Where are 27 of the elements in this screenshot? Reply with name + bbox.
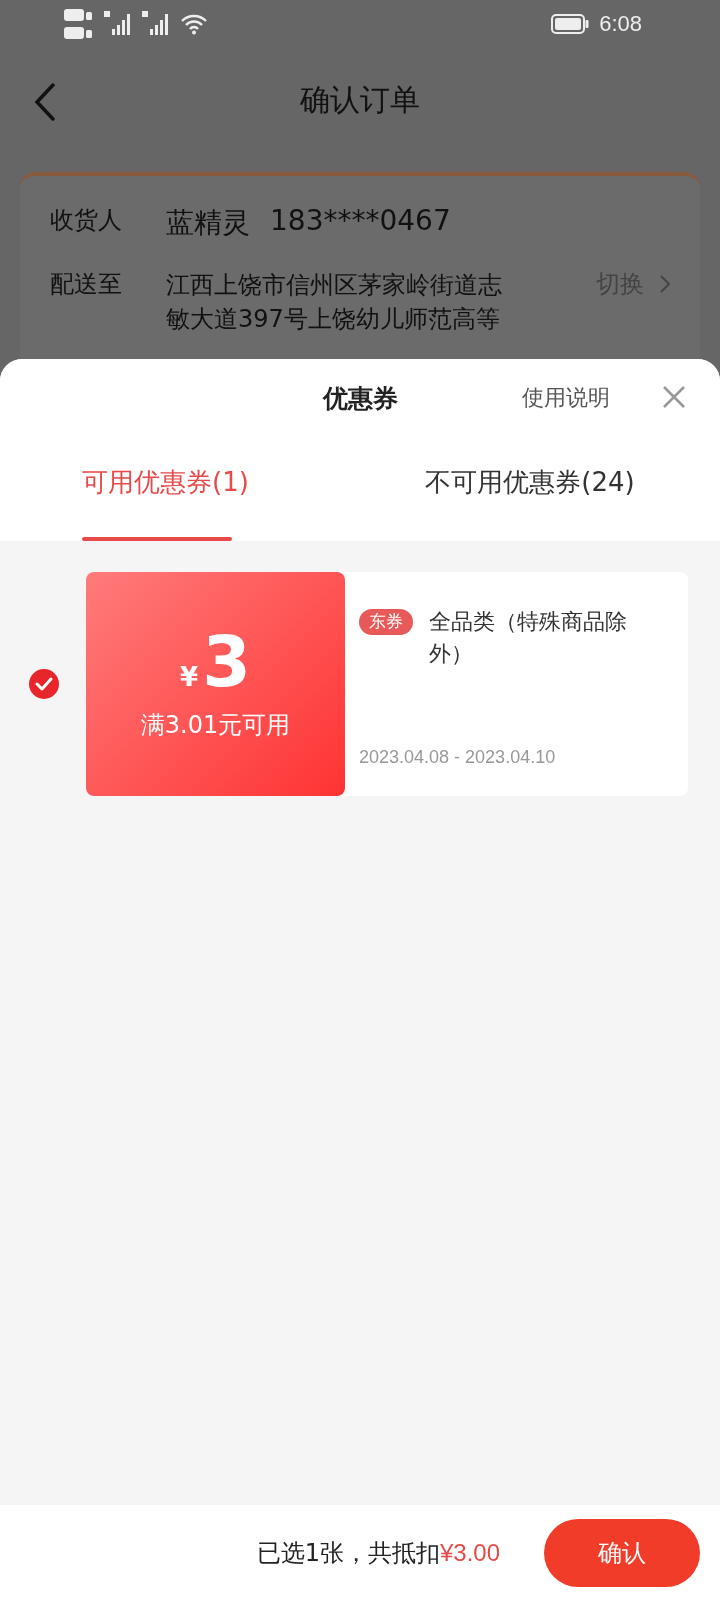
close-icon (662, 385, 686, 409)
coupon-amount: 3 (202, 627, 251, 697)
tab[interactable]: 不可用优惠券(24) (340, 437, 720, 541)
checkbox[interactable] (28, 668, 60, 700)
discount-summary: 已选1张，共抵扣¥3.00 (256, 1537, 500, 1569)
coupon-scope: 全品类（特殊商品除外） (429, 608, 628, 668)
wifi-icon (180, 13, 208, 35)
tab[interactable]: 可用优惠券(1) (0, 437, 340, 541)
usage-condition: 满3.01元可用 (140, 710, 291, 741)
battery-icon (551, 13, 590, 35)
coupon-tag: 东券 (359, 609, 413, 635)
usage-info-link[interactable]: 使用说明 (522, 383, 610, 413)
confirm-button[interactable]: 确认 (544, 1518, 700, 1587)
currency-sign: ¥ (180, 662, 199, 692)
chevron-icon (660, 275, 670, 293)
page-title: 确认订单 (300, 80, 420, 119)
recipient-name: 蓝精灵 (166, 205, 250, 241)
back-icon (32, 82, 58, 122)
field-label: 收货人 (50, 205, 123, 236)
field-label: 配送至 (50, 269, 123, 300)
validity-period: 2023.04.08 - 2023.04.10 (359, 747, 557, 768)
coupon-card[interactable]: ¥3 满3.01元可用 东券 全品类（特殊商品除外） 2023.04.08 - 2023.04.10 (86, 572, 688, 796)
status-time: 6:08 (599, 11, 642, 37)
shipping-address: 江西上饶市信州区茅家岭街道志敏大道397号上饶幼儿师范高等 (166, 270, 502, 336)
sheet-title: 优惠券 (322, 382, 398, 415)
phone-number: 183****0467 (270, 204, 451, 237)
close-button[interactable] (662, 385, 686, 409)
